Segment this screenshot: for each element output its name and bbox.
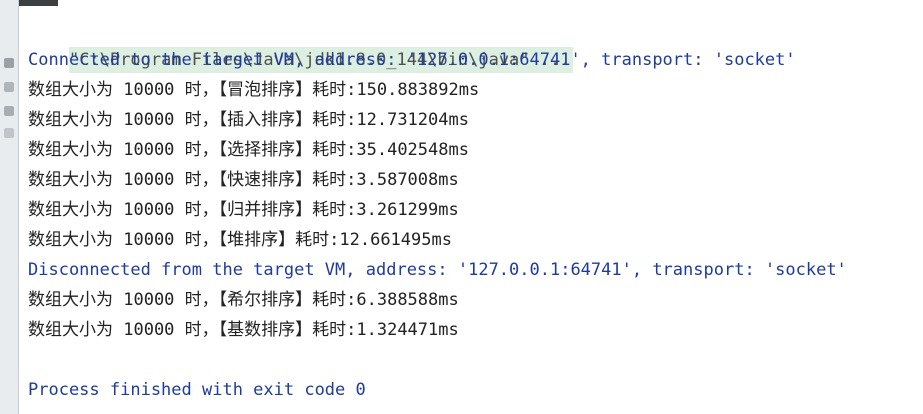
run-console-output: "C:\Program Files\Java\jdk1.8.0_144\bin\… xyxy=(28,15,913,400)
console-result-line: 数组大小为 10000 时，【插入排序】耗时:12.731204ms xyxy=(28,110,469,130)
console-result-line: 数组大小为 10000 时，【快速排序】耗时:3.587008ms xyxy=(28,170,459,190)
console-result-line: 数组大小为 10000 时，【选择排序】耗时:35.402548ms xyxy=(28,140,469,160)
console-left-gutter xyxy=(0,0,19,414)
console-line-connected: Connected to the target VM, address: '12… xyxy=(28,50,796,70)
console-line-disconnected: Disconnected from the target VM, address… xyxy=(28,260,847,280)
console-result-line: 数组大小为 10000 时，【希尔排序】耗时:6.388588ms xyxy=(28,290,459,310)
console-result-line: 数组大小为 10000 时，【基数排序】耗时:1.324471ms xyxy=(28,320,459,340)
gutter-icon[interactable] xyxy=(4,106,14,116)
console-result-line: 数组大小为 10000 时，【堆排序】耗时:12.661495ms xyxy=(28,230,452,250)
gutter-icon[interactable] xyxy=(4,58,14,68)
gutter-icon[interactable] xyxy=(4,128,14,138)
console-result-line: 数组大小为 10000 时，【归并排序】耗时:3.261299ms xyxy=(28,200,459,220)
console-line-process-finished: Process finished with exit code 0 xyxy=(28,380,366,400)
console-result-line: 数组大小为 10000 时，【冒泡排序】耗时:150.883892ms xyxy=(28,80,480,100)
console-line-command: "C:\Program Files\Java\jdk1.8.0_144\bin\… xyxy=(28,15,913,73)
gutter-icon[interactable] xyxy=(4,82,14,92)
